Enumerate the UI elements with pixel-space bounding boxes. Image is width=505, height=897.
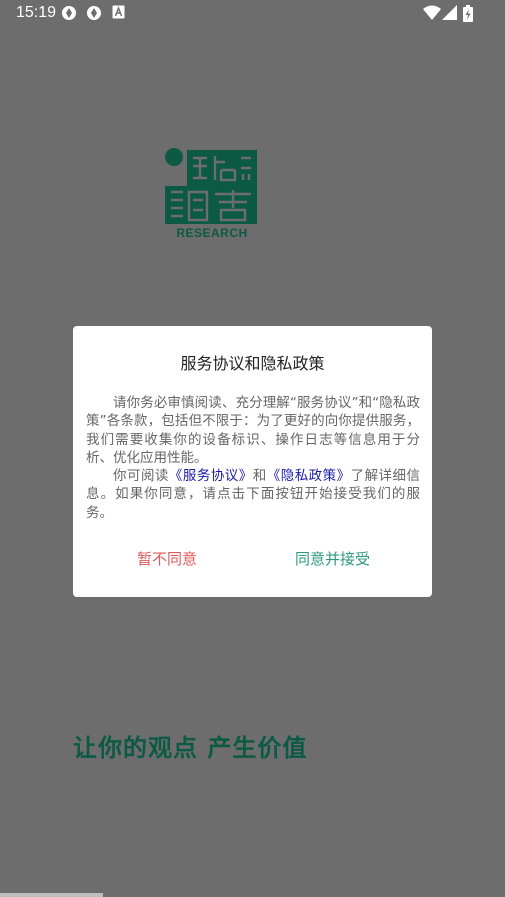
privacy-policy-link[interactable]: 《隐私政策》 bbox=[267, 468, 351, 484]
privacy-agreement-dialog: 服务协议和隐私政策 请你务必审慎阅读、充分理解“服务协议”和“隐私政策”各条款，… bbox=[73, 326, 432, 597]
dialog-paragraph-1: 请你务必审慎阅读、充分理解“服务协议”和“隐私政策”各条款，包括但不限于：为了更… bbox=[86, 395, 420, 466]
battery-charging-icon bbox=[463, 5, 473, 22]
dialog-title: 服务协议和隐私政策 bbox=[180, 354, 325, 373]
dialog-body: 请你务必审慎阅读、充分理解“服务协议”和“隐私政策”各条款，包括但不限于：为了更… bbox=[86, 394, 420, 522]
a-keyboard-icon bbox=[112, 5, 125, 19]
status-bar: 15:19 bbox=[0, 0, 505, 28]
navigation-handle[interactable] bbox=[0, 893, 103, 897]
logo-research-text: RESEARCH bbox=[176, 226, 248, 240]
app-notification-icon bbox=[62, 6, 76, 20]
app-notification-icon bbox=[87, 6, 101, 20]
wifi-icon bbox=[423, 5, 441, 20]
paragraph-2-prefix: 你可阅读 bbox=[113, 468, 169, 485]
disagree-button[interactable]: 暂不同意 bbox=[137, 548, 197, 569]
service-agreement-link[interactable]: 《服务协议》 bbox=[169, 468, 253, 484]
agree-button[interactable]: 同意并接受 bbox=[295, 548, 370, 569]
paragraph-2-and: 和 bbox=[252, 468, 267, 485]
dialog-paragraph-2: 你可阅读《服务协议》和《隐私政策》了解详细信息。如果你同意，请点击下面按钮开始接… bbox=[86, 467, 420, 522]
cellular-signal-icon bbox=[442, 5, 457, 20]
slogan: 让你的观点 产生价值 bbox=[73, 733, 308, 762]
status-time: 15:19 bbox=[16, 4, 57, 21]
